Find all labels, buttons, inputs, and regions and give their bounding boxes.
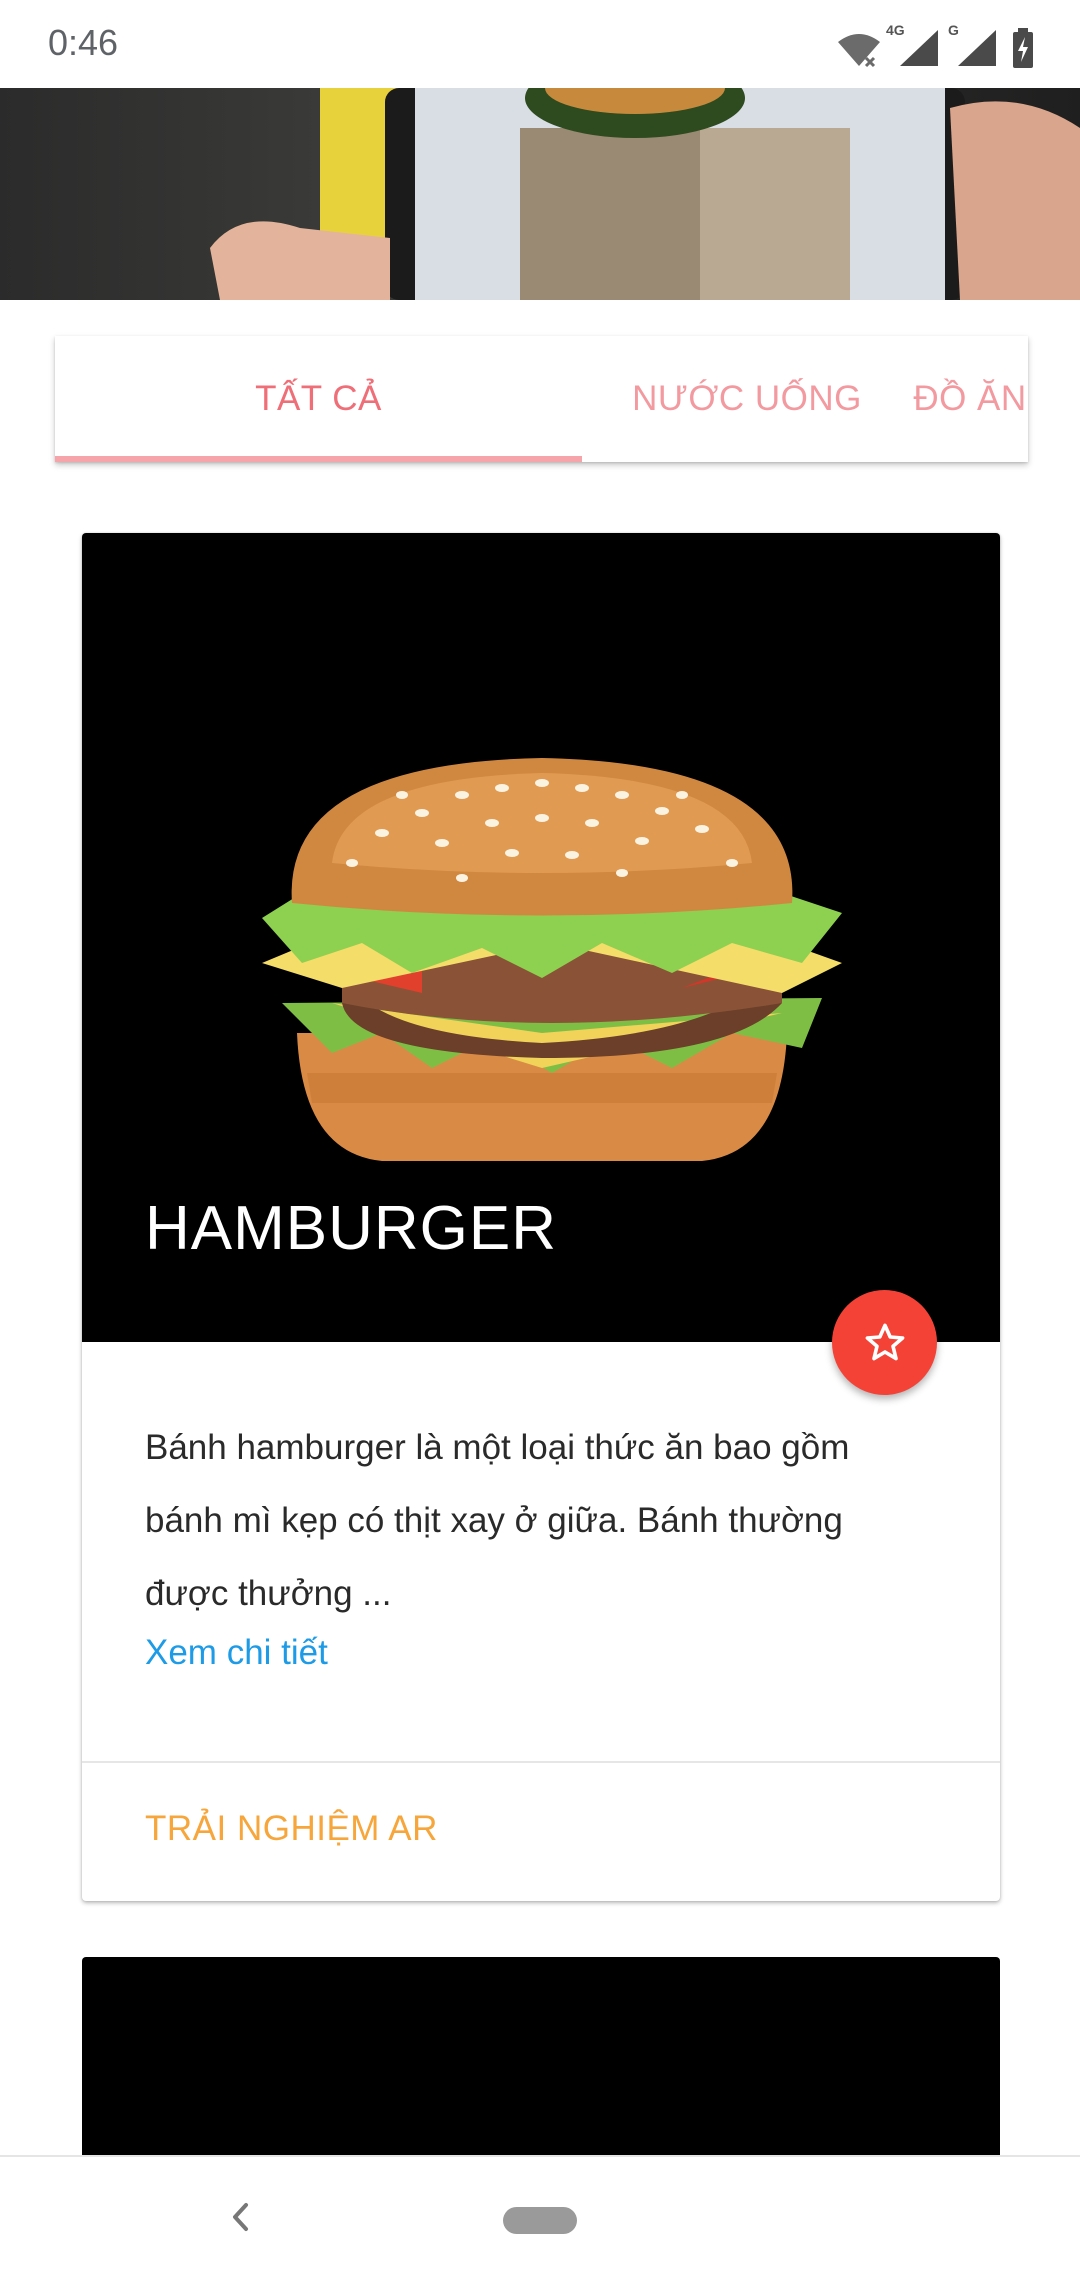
wifi-icon xyxy=(838,34,880,68)
favorite-button[interactable] xyxy=(832,1290,937,1395)
signal-icon xyxy=(958,30,996,66)
card-description: Bánh hamburger là một loại thức ăn bao g… xyxy=(145,1428,850,1613)
banner-photo xyxy=(0,88,1080,300)
status-time: 0:46 xyxy=(48,22,119,63)
card-divider xyxy=(82,1761,1000,1763)
home-pill-icon[interactable] xyxy=(503,2207,577,2234)
status-bar: 0:46 4G G xyxy=(0,0,1080,88)
star-outline-icon xyxy=(865,1323,904,1360)
ar-experience-button[interactable]: TRẢI NGHIỆM AR xyxy=(145,1809,438,1849)
see-details-link[interactable]: Xem chi tiết xyxy=(145,1633,328,1673)
tab-all[interactable]: TẤT CẢ xyxy=(55,336,582,462)
category-tabs: TẤT CẢ NƯỚC UỐNG ĐỒ ĂN xyxy=(55,336,1028,462)
signal-4g-group: 4G xyxy=(886,22,940,68)
battery-charging-icon xyxy=(1013,28,1033,68)
card-title: HAMBURGER xyxy=(145,1194,558,1263)
signal-icon xyxy=(900,30,938,66)
card-media[interactable]: HAMBURGER xyxy=(82,533,1000,1342)
back-icon[interactable] xyxy=(226,2193,256,2241)
tab-food[interactable]: ĐỒ ĂN xyxy=(912,336,1028,462)
status-icons: 4G G xyxy=(836,20,1034,68)
tab-indicator xyxy=(55,456,582,462)
system-nav-bar xyxy=(0,2155,1080,2280)
header-banner-image xyxy=(0,88,1080,300)
tab-drinks[interactable]: NƯỚC UỐNG xyxy=(582,336,912,462)
signal-g-group: G xyxy=(948,22,998,68)
product-card: HAMBURGER Bánh hamburger là một loại thứ… xyxy=(82,533,1000,1901)
product-card-next[interactable] xyxy=(82,1957,1000,2157)
